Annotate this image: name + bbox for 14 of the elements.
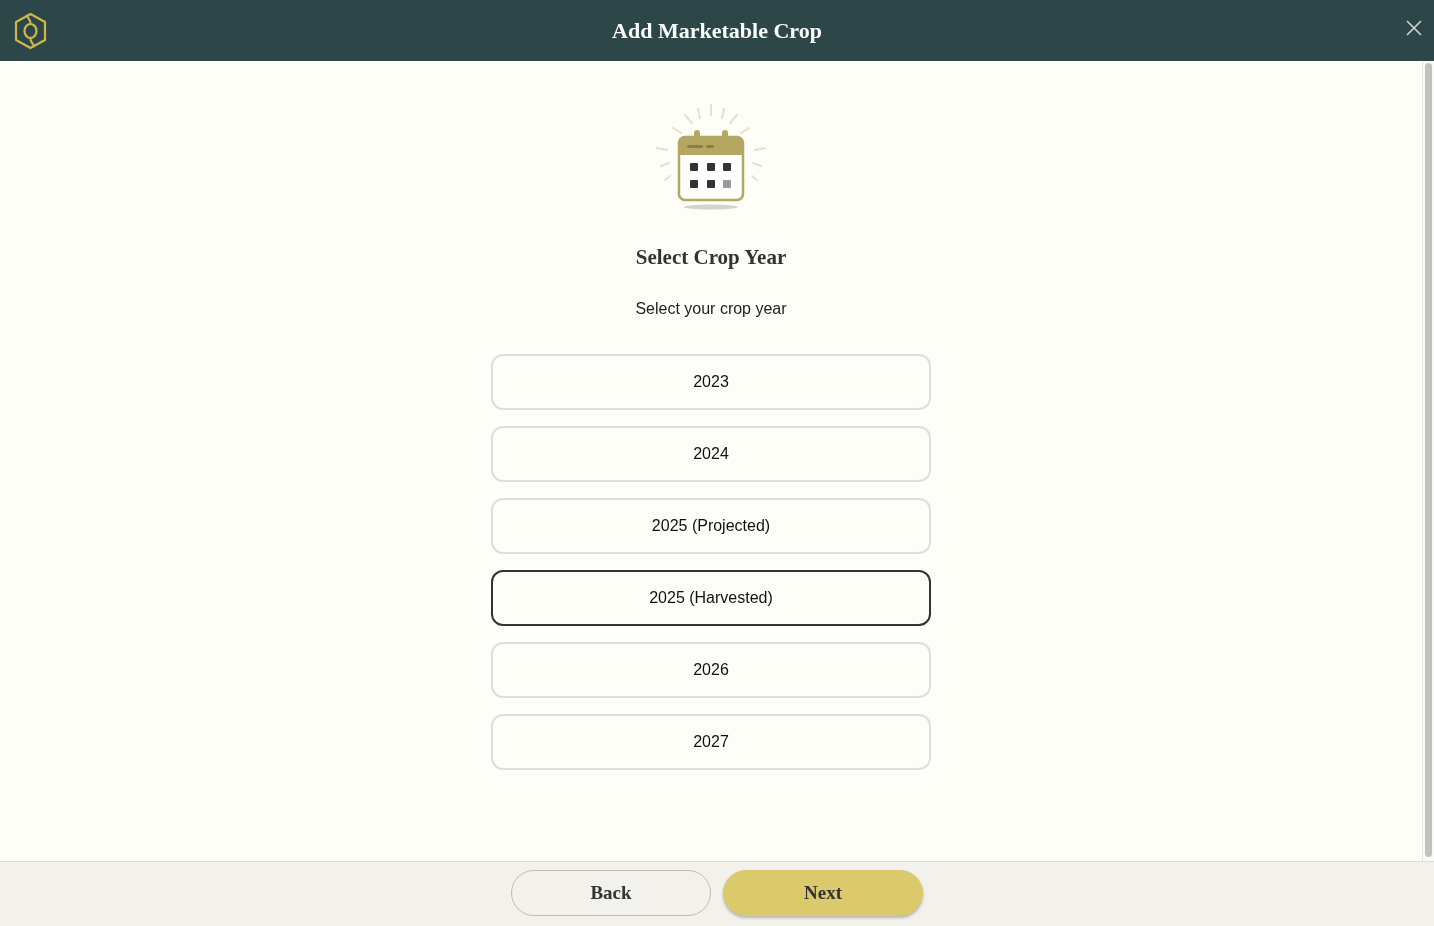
year-option[interactable]: 2026 [491, 642, 931, 698]
year-option[interactable]: 2027 [491, 714, 931, 770]
scrollbar[interactable] [1422, 61, 1434, 861]
year-option[interactable]: 2025 (Projected) [491, 498, 931, 554]
year-option[interactable]: 2023 [491, 354, 931, 410]
dialog-title: Add Marketable Crop [612, 17, 822, 44]
logo-icon [12, 11, 49, 50]
year-option[interactable]: 2024 [491, 426, 931, 482]
step-title: Select Crop Year [635, 244, 787, 270]
close-icon [1406, 19, 1422, 36]
close-button[interactable] [1404, 17, 1424, 38]
year-option[interactable]: 2025 (Harvested) [491, 570, 931, 626]
step-subtitle: Select your crop year [635, 299, 787, 319]
next-button[interactable]: Next [723, 870, 923, 916]
